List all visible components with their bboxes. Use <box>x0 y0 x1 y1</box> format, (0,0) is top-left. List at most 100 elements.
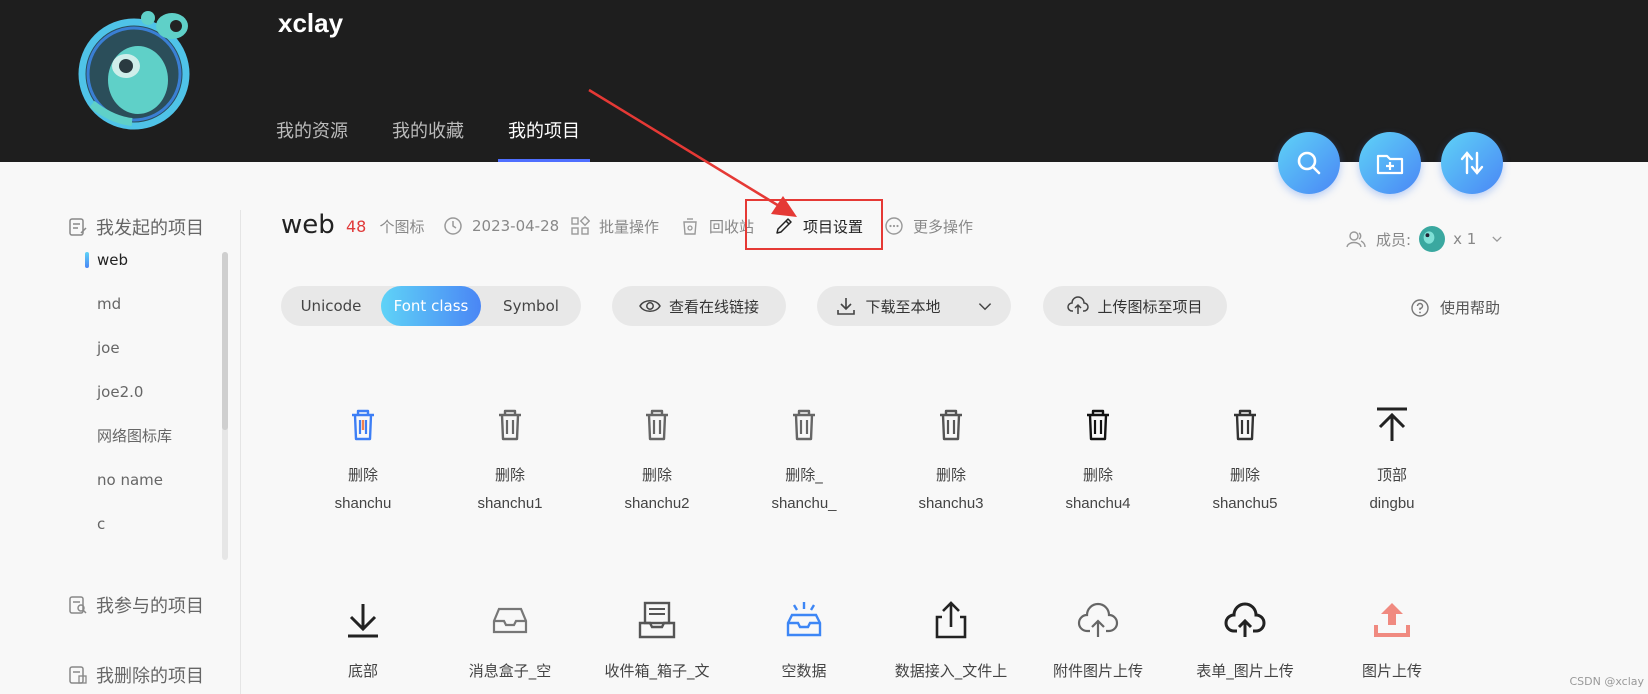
sort-button[interactable] <box>1441 132 1503 194</box>
folder-plus-icon <box>1376 154 1404 175</box>
user-avatar[interactable] <box>72 8 202 134</box>
annotation-arrow <box>588 88 797 217</box>
icon-name: 收件箱_箱子_文 <box>604 662 710 680</box>
icon-count-value: 48 <box>346 217 367 236</box>
upload-to-project-button[interactable]: 上传图标至项目 <box>1043 286 1227 326</box>
icon-class-name: shanchu_ <box>771 495 837 512</box>
trash-icon <box>1025 400 1171 448</box>
sidebar-section-label: 我发起的项目 <box>96 218 204 239</box>
upload-share-icon <box>878 596 1024 644</box>
sidebar-section-label: 我参与的项目 <box>96 596 204 617</box>
icon-name: 删除 <box>641 466 672 484</box>
icon-card[interactable]: 表单_图片上传 <box>1172 596 1318 681</box>
icon-card[interactable]: 收件箱_箱子_文 <box>584 596 730 681</box>
icon-card[interactable]: 空数据 <box>731 596 877 681</box>
project-title: web <box>281 210 335 240</box>
more-operations-button[interactable]: 更多操作 <box>884 214 973 238</box>
question-icon <box>1411 298 1429 317</box>
icon-card[interactable]: 删除_ shanchu_ <box>731 400 877 512</box>
sidebar-item-network-icons[interactable]: 网络图标库 <box>84 416 228 460</box>
cloud-upload-icon <box>1025 596 1171 644</box>
project-list: web md joe joe2.0 网络图标库 no name c <box>84 240 228 548</box>
sidebar-section-participated[interactable]: 我参与的项目 <box>68 592 204 618</box>
members-selector[interactable]: 成员: x 1 <box>1346 226 1504 252</box>
icon-card[interactable]: 数据接入_文件上 <box>878 596 1024 681</box>
members-icon <box>1346 231 1366 248</box>
sidebar-item-joe[interactable]: joe <box>84 328 228 372</box>
mode-symbol[interactable]: Symbol <box>481 286 581 326</box>
sidebar-section-deleted[interactable]: 我删除的项目 <box>68 662 204 688</box>
clock-icon <box>444 217 462 235</box>
icon-card[interactable]: 顶部 dingbu <box>1319 400 1465 512</box>
trash-icon <box>878 400 1024 448</box>
scrollbar-thumb[interactable] <box>222 252 228 430</box>
eye-icon <box>639 300 661 312</box>
username: xclay <box>278 8 344 38</box>
icon-name: 底部 <box>347 662 378 680</box>
project-date: 2023-04-28 <box>443 214 559 238</box>
icon-card[interactable]: 删除 shanchu1 <box>437 400 583 512</box>
icon-card[interactable]: 删除 shanchu4 <box>1025 400 1171 512</box>
project-date-text: 2023-04-28 <box>472 217 560 235</box>
icon-card[interactable]: 附件图片上传 <box>1025 596 1171 681</box>
help-label: 使用帮助 <box>1440 299 1501 317</box>
icon-card[interactable]: 删除 shanchu2 <box>584 400 730 512</box>
help-link[interactable]: 使用帮助 <box>1410 297 1500 318</box>
delete-doc-icon <box>69 666 87 684</box>
search-button[interactable] <box>1278 132 1340 194</box>
sidebar-item-md[interactable]: md <box>84 284 228 328</box>
icon-card[interactable]: 删除 shanchu5 <box>1172 400 1318 512</box>
cloud-upload-icon <box>1067 296 1090 314</box>
chevron-down-icon[interactable] <box>977 298 993 314</box>
icon-class-name: shanchu3 <box>918 495 984 512</box>
project-sidebar: 我发起的项目 web md joe joe2.0 网络图标库 no name c… <box>0 162 240 694</box>
mode-font-class[interactable]: Font class <box>381 286 481 326</box>
icon-name: 空数据 <box>781 662 827 680</box>
icon-card[interactable]: 图片上传 <box>1319 596 1465 681</box>
download-bottom-icon <box>290 596 436 644</box>
tab-my-projects[interactable]: 我的项目 <box>498 118 590 162</box>
search-doc-icon <box>69 596 87 614</box>
trash-icon <box>584 400 730 448</box>
icon-card[interactable]: 删除 shanchu <box>290 400 436 512</box>
trash-icon <box>1172 400 1318 448</box>
download-button[interactable]: 下载至本地 <box>817 286 1011 326</box>
icon-name: 删除_ <box>785 466 823 484</box>
sidebar-scrollbar[interactable] <box>222 252 228 560</box>
icon-class-name: shanchu4 <box>1065 495 1131 512</box>
icon-count-unit: 个图标 <box>379 218 425 236</box>
view-online-link-label: 查看在线链接 <box>668 297 759 316</box>
arrow-up-to-top-icon <box>1319 400 1465 448</box>
view-online-link-button[interactable]: 查看在线链接 <box>612 286 786 326</box>
chevron-down-icon <box>1492 236 1502 242</box>
members-count: x 1 <box>1453 230 1477 248</box>
icon-class-name: shanchu2 <box>624 495 690 512</box>
sidebar-divider <box>240 210 241 694</box>
icon-name: 表单_图片上传 <box>1196 662 1294 680</box>
sidebar-item-joe2[interactable]: joe2.0 <box>84 372 228 416</box>
icon-card[interactable]: 消息盒子_空 <box>437 596 583 681</box>
sidebar-item-c[interactable]: c <box>84 504 228 548</box>
mode-unicode[interactable]: Unicode <box>281 286 381 326</box>
tab-my-resources[interactable]: 我的资源 <box>276 118 348 162</box>
upload-tray-icon <box>1319 596 1465 644</box>
icon-name: 附件图片上传 <box>1052 662 1143 680</box>
sidebar-section-initiated[interactable]: 我发起的项目 <box>68 214 204 240</box>
icon-class-name: shanchu <box>334 495 392 512</box>
tab-my-favorites[interactable]: 我的收藏 <box>392 118 464 162</box>
icon-name: 图片上传 <box>1361 662 1422 680</box>
sort-arrows-icon <box>1460 151 1484 175</box>
icon-name: 顶部 <box>1376 466 1407 484</box>
sidebar-item-no-name[interactable]: no name <box>84 460 228 504</box>
trash-icon <box>437 400 583 448</box>
sidebar-item-web[interactable]: web <box>84 240 228 284</box>
icon-card[interactable]: 底部 <box>290 596 436 681</box>
search-icon <box>1297 151 1321 175</box>
cloud-upload-solid-icon <box>1172 596 1318 644</box>
icon-name: 删除 <box>935 466 966 484</box>
icon-card[interactable]: 删除 shanchu3 <box>878 400 1024 512</box>
member-avatar <box>1419 226 1446 252</box>
empty-data-icon <box>731 596 877 644</box>
download-label: 下载至本地 <box>865 297 941 316</box>
new-project-button[interactable] <box>1359 132 1421 194</box>
